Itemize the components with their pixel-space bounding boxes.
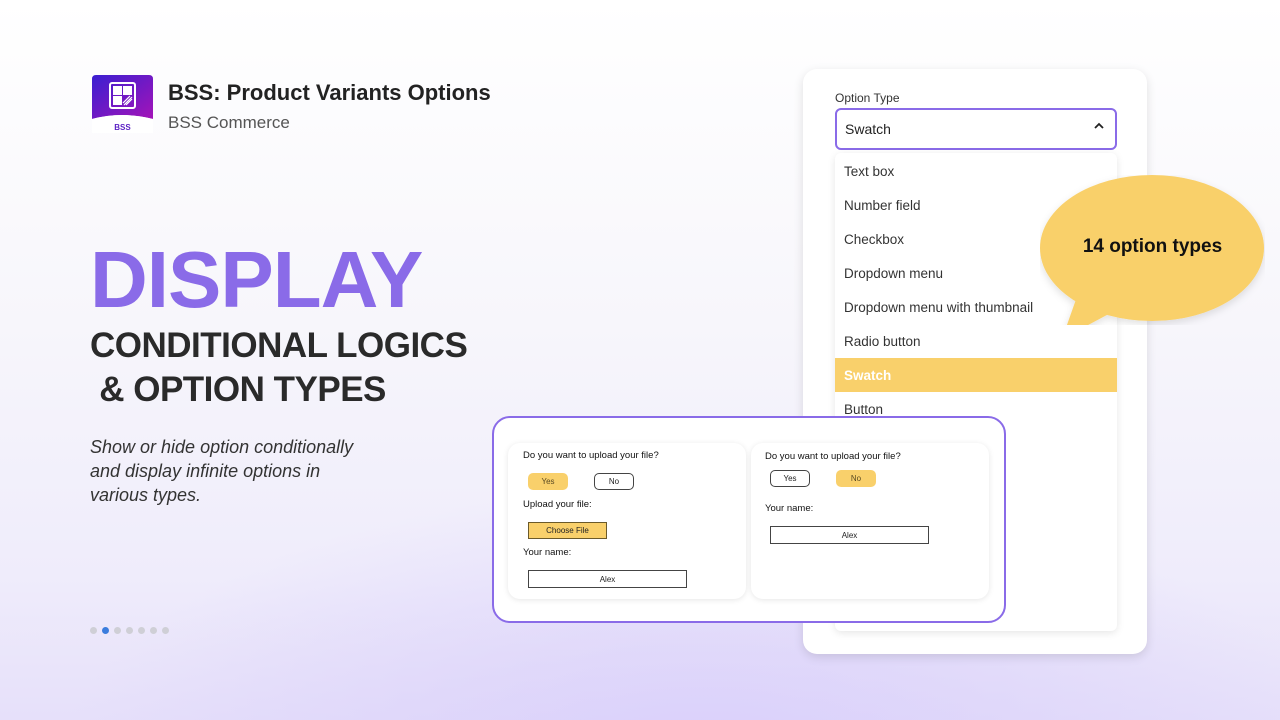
subheadline-line-2: & OPTION TYPES	[90, 370, 386, 409]
pagination-dots	[90, 627, 169, 634]
app-title: BSS: Product Variants Options	[168, 80, 491, 105]
headline: DISPLAY	[90, 235, 423, 324]
name-input[interactable]: Alex	[770, 526, 929, 544]
name-input[interactable]: Alex	[528, 570, 687, 588]
description: Show or hide option conditionally and di…	[90, 437, 354, 505]
pagination-dot[interactable]	[126, 627, 133, 634]
subheadline-line-1: CONDITIONAL LOGICS	[90, 326, 468, 365]
pagination-dot[interactable]	[138, 627, 145, 634]
dropdown-item-swatch[interactable]: Swatch	[835, 358, 1117, 392]
question-text: Do you want to upload your file?	[765, 451, 901, 462]
dropdown-item-radio-button[interactable]: Radio button	[835, 324, 1117, 358]
upload-label: Upload your file:	[523, 499, 592, 510]
no-button[interactable]: No	[836, 470, 876, 487]
app-logo-icon: BSS	[92, 75, 153, 133]
pagination-dot-active[interactable]	[102, 627, 109, 634]
yes-button[interactable]: Yes	[528, 473, 568, 490]
chevron-up-icon[interactable]	[1093, 119, 1105, 135]
logo-text: BSS	[114, 123, 131, 132]
demo-card-yes: Do you want to upload your file? Yes No …	[508, 443, 746, 599]
selected-value: Swatch	[845, 121, 891, 137]
option-type-label: Option Type	[835, 91, 900, 105]
name-label: Your name:	[523, 547, 572, 558]
no-button[interactable]: No	[594, 473, 634, 490]
name-label: Your name:	[765, 503, 814, 514]
demo-card-no: Do you want to upload your file? Yes No …	[751, 443, 989, 599]
question-text: Do you want to upload your file?	[523, 450, 659, 461]
pagination-dot[interactable]	[114, 627, 121, 634]
option-type-select[interactable]: Swatch	[835, 108, 1117, 150]
pagination-dot[interactable]	[162, 627, 169, 634]
choose-file-button[interactable]: Choose File	[528, 522, 607, 539]
pagination-dot[interactable]	[150, 627, 157, 634]
pagination-dot[interactable]	[90, 627, 97, 634]
app-vendor: BSS Commerce	[168, 113, 290, 132]
bubble-text: 14 option types	[1082, 236, 1223, 257]
yes-button[interactable]: Yes	[770, 470, 810, 487]
